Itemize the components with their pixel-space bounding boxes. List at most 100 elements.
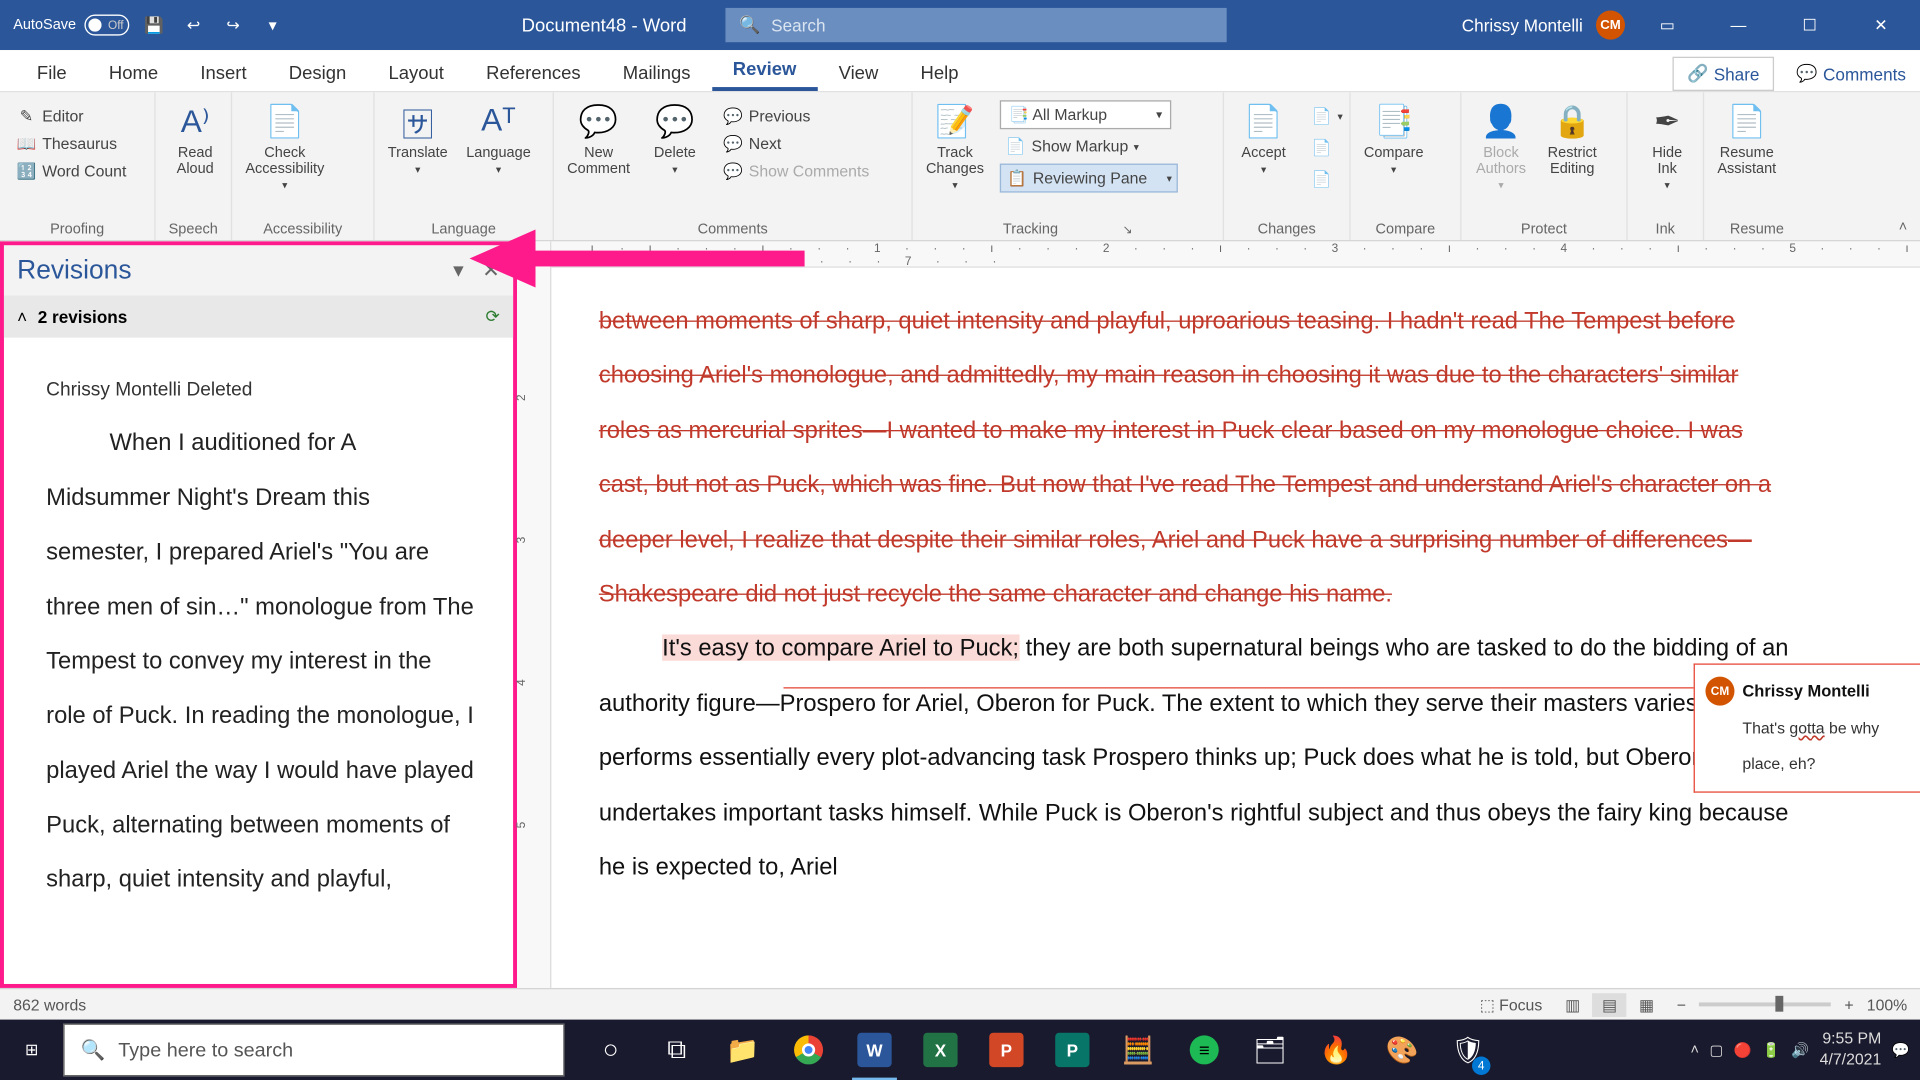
focus-button[interactable]: ⬚ Focus xyxy=(1480,995,1542,1013)
hide-ink-button[interactable]: ✒Hide Ink▾ xyxy=(1633,95,1702,197)
read-aloud-button[interactable]: A⁾Read Aloud xyxy=(161,95,230,182)
reject-icon: 📄 xyxy=(1311,106,1332,127)
show-comments-button[interactable]: 💬Show Comments xyxy=(717,158,874,184)
comments-button[interactable]: 💬 Comments xyxy=(1782,57,1920,91)
reviewing-pane-button[interactable]: 📋Reviewing Pane ▾ xyxy=(1000,164,1179,193)
word-count-button[interactable]: 🔢Word Count xyxy=(11,158,132,184)
web-layout-icon[interactable]: ▦ xyxy=(1629,993,1663,1017)
qat-dropdown-icon[interactable]: ▾ xyxy=(258,11,287,40)
user-name[interactable]: Chrissy Montelli xyxy=(1462,15,1583,35)
file-explorer-icon[interactable]: 📁 xyxy=(710,1020,776,1080)
comment-card[interactable]: CM Chrissy Montelli That's gotta be why … xyxy=(1694,663,1920,792)
tab-view[interactable]: View xyxy=(817,54,899,91)
zoom-level[interactable]: 100% xyxy=(1867,995,1907,1013)
resume-assistant-button[interactable]: 📄Resume Assistant xyxy=(1709,95,1784,182)
zoom-slider[interactable] xyxy=(1699,1002,1831,1006)
tab-help[interactable]: Help xyxy=(899,54,979,91)
tab-design[interactable]: Design xyxy=(268,54,368,91)
save-icon[interactable]: 💾 xyxy=(139,11,168,40)
reject-button[interactable]: 📄▾ xyxy=(1306,103,1348,129)
document-page[interactable]: between moments of sharp, quiet intensit… xyxy=(551,268,1920,988)
markup-dropdown[interactable]: 📑 All Markup▾ xyxy=(1000,100,1171,129)
block-authors-button[interactable]: 👤Block Authors▾ xyxy=(1467,95,1536,197)
redo-icon[interactable]: ↪ xyxy=(219,11,248,40)
track-changes-icon: 📝 xyxy=(934,100,976,142)
task-view-icon[interactable]: ⧉ xyxy=(644,1020,710,1080)
tray-meet-icon[interactable]: ▢ xyxy=(1710,1041,1724,1058)
powerpoint-icon[interactable]: P xyxy=(973,1020,1039,1080)
new-comment-button[interactable]: 💬New Comment xyxy=(559,95,638,182)
search-icon: 🔍 xyxy=(739,15,760,36)
spotify-icon[interactable]: ≡ xyxy=(1171,1020,1237,1080)
paint-icon[interactable]: 🎨 xyxy=(1369,1020,1435,1080)
taskbar-clock[interactable]: 9:55 PM 4/7/2021 xyxy=(1820,1029,1882,1070)
tray-mcafee-icon[interactable]: 🔴 xyxy=(1734,1041,1752,1058)
word-count-status[interactable]: 862 words xyxy=(13,995,86,1013)
show-markup-icon: 📄 xyxy=(1005,136,1026,157)
editor-button[interactable]: ✎Editor xyxy=(11,103,132,129)
previous-comment-button[interactable]: 💬Previous xyxy=(717,103,874,129)
taskbar-search[interactable]: 🔍 Type here to search xyxy=(63,1024,564,1077)
resume-icon: 📄 xyxy=(1726,100,1768,142)
search-box[interactable]: 🔍 Search xyxy=(726,8,1227,42)
app-icon-2[interactable]: 🔥 xyxy=(1303,1020,1369,1080)
restrict-editing-button[interactable]: 🔒Restrict Editing xyxy=(1538,95,1607,182)
zoom-out-icon[interactable]: − xyxy=(1677,995,1686,1013)
tray-volume-icon[interactable]: 🔊 xyxy=(1791,1041,1809,1058)
dialog-launcher-icon[interactable]: ↘ xyxy=(1123,223,1133,236)
compare-button[interactable]: 📑Compare▾ xyxy=(1356,95,1432,181)
start-button[interactable]: ⊞ xyxy=(0,1020,63,1080)
language-button[interactable]: AᵀLanguage▾ xyxy=(458,95,538,181)
vertical-ruler[interactable]: 2 3 4 5 xyxy=(517,241,551,988)
refresh-icon[interactable]: ⟳ xyxy=(486,306,500,327)
share-button[interactable]: 🔗 Share xyxy=(1673,57,1774,91)
revisions-dropdown-icon[interactable]: ▾ xyxy=(453,257,464,283)
search-placeholder: Search xyxy=(771,15,825,35)
tab-references[interactable]: References xyxy=(465,54,602,91)
user-avatar[interactable]: CM xyxy=(1596,11,1625,40)
tab-file[interactable]: File xyxy=(16,54,88,91)
publisher-icon[interactable]: P xyxy=(1039,1020,1105,1080)
excel-icon[interactable]: X xyxy=(907,1020,973,1080)
toggle-pill[interactable]: Off xyxy=(84,15,129,36)
thesaurus-icon: 📖 xyxy=(16,133,37,154)
word-icon[interactable]: W xyxy=(842,1020,908,1080)
ribbon-display-icon[interactable]: ▭ xyxy=(1638,0,1696,50)
maximize-icon[interactable]: ☐ xyxy=(1781,0,1839,50)
next-change-button[interactable]: 📄 xyxy=(1306,166,1348,192)
close-icon[interactable]: ✕ xyxy=(1852,0,1910,50)
accept-button[interactable]: 📄Accept▾ xyxy=(1229,95,1298,181)
chrome-icon[interactable] xyxy=(776,1020,842,1080)
cortana-icon[interactable]: ○ xyxy=(578,1020,644,1080)
tab-review[interactable]: Review xyxy=(712,50,818,91)
print-layout-icon[interactable]: ▤ xyxy=(1592,993,1626,1017)
tray-battery-icon[interactable]: 🔋 xyxy=(1762,1041,1780,1058)
app-icon-1[interactable]: 🗂 xyxy=(1237,1020,1303,1080)
tab-mailings[interactable]: Mailings xyxy=(602,54,712,91)
thesaurus-button[interactable]: 📖Thesaurus xyxy=(11,131,132,157)
prev-change-button[interactable]: 📄 xyxy=(1306,135,1348,161)
calculator-icon[interactable]: 🧮 xyxy=(1105,1020,1171,1080)
check-accessibility-button[interactable]: 📄Check Accessibility▾ xyxy=(237,95,332,197)
tab-insert[interactable]: Insert xyxy=(179,54,267,91)
translate-icon: 🈂 xyxy=(397,100,439,142)
security-icon[interactable]: 🛡4 xyxy=(1435,1020,1501,1080)
tab-layout[interactable]: Layout xyxy=(367,54,465,91)
next-comment-button[interactable]: 💬Next xyxy=(717,131,874,157)
show-markup-button[interactable]: 📄Show Markup ▾ xyxy=(1000,133,1179,159)
next-change-icon: 📄 xyxy=(1311,169,1332,190)
zoom-in-icon[interactable]: + xyxy=(1844,995,1853,1013)
revisions-body[interactable]: Chrissy Montelli Deleted When I audition… xyxy=(4,338,513,984)
tray-chevron-icon[interactable]: ˄ xyxy=(1690,1042,1698,1058)
track-changes-button[interactable]: 📝Track Changes▾ xyxy=(918,95,992,197)
notifications-icon[interactable]: 💬 xyxy=(1892,1041,1910,1058)
read-mode-icon[interactable]: ▥ xyxy=(1555,993,1589,1017)
delete-comment-button[interactable]: 💬Delete▾ xyxy=(641,95,710,181)
tab-home[interactable]: Home xyxy=(88,54,179,91)
autosave-toggle[interactable]: AutoSave Off xyxy=(13,15,129,36)
minimize-icon[interactable]: — xyxy=(1709,0,1767,50)
collapse-icon[interactable]: ˄ xyxy=(17,307,27,327)
translate-button[interactable]: 🈂Translate▾ xyxy=(380,95,456,181)
collapse-ribbon-icon[interactable]: ˄ xyxy=(1899,219,1907,235)
undo-icon[interactable]: ↩ xyxy=(179,11,208,40)
